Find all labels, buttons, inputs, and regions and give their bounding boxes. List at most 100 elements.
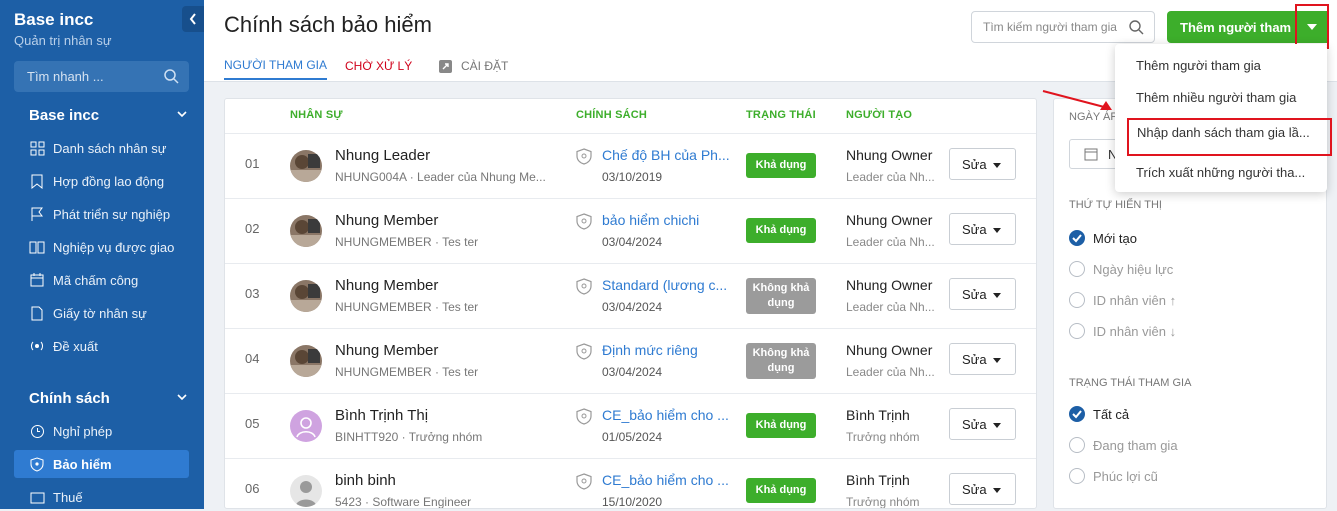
shield-icon (576, 148, 592, 165)
app-title: Base incc (14, 10, 94, 29)
policy-date: 03/04/2024 (602, 300, 663, 314)
edit-button[interactable]: Sửa (949, 148, 1016, 180)
tab-participants[interactable]: NGƯỜI THAM GIA (224, 52, 327, 80)
policy-link[interactable]: CE_bảo hiểm cho ... (602, 472, 729, 488)
page-title: Chính sách bảo hiểm (224, 12, 432, 37)
policy-link[interactable]: Định mức riêng (602, 342, 698, 358)
check-icon (1072, 410, 1082, 419)
collapse-sidebar-button[interactable] (182, 6, 204, 32)
column-header-employee: NHÂN SỰ (290, 109, 343, 121)
sidebar-item-label: Đề xuất (53, 338, 98, 354)
sidebar-section-policy[interactable]: Chính sách (14, 384, 189, 412)
status-radio-active[interactable] (1069, 437, 1085, 453)
creator-role: Leader của Nh... (846, 300, 935, 314)
sidebar-item-tax[interactable]: Thuế (14, 483, 189, 511)
caret-down-icon (993, 358, 1001, 363)
order-option-label: ID nhân viên ↓ (1093, 324, 1177, 339)
caret-down-icon (993, 488, 1001, 493)
edit-button[interactable]: Sửa (949, 278, 1016, 310)
employee-name[interactable]: Nhung Member (335, 277, 438, 294)
sidebar-section-base[interactable]: Base incc (14, 101, 189, 129)
avatar (290, 410, 322, 442)
red-arrow-icon (1042, 90, 1112, 110)
menu-item-add-one[interactable]: Thêm người tham gia (1136, 58, 1261, 73)
sidebar-item-timekeeping[interactable]: Mã chấm công (14, 266, 189, 294)
edit-button-label: Sửa (962, 351, 987, 367)
edit-button-label: Sửa (962, 416, 987, 432)
status-badge: Khả dụng (746, 413, 816, 438)
menu-item-add-many[interactable]: Thêm nhiều người tham gia (1136, 90, 1296, 105)
calendar-icon (1084, 148, 1098, 161)
sidebar-item-label: Giấy tờ nhân sự (53, 305, 147, 321)
broadcast-icon (29, 338, 45, 354)
sidebar-item-label: Thuế (53, 489, 83, 505)
employee-name[interactable]: binh binh (335, 472, 396, 489)
shield-icon (576, 213, 592, 230)
sidebar-search-input[interactable]: Tìm nhanh ... (14, 61, 189, 92)
sidebar-search-placeholder: Tìm nhanh ... (27, 69, 104, 84)
employee-name[interactable]: Nhung Member (335, 342, 438, 359)
employee-name[interactable]: Bình Trịnh Thị (335, 407, 428, 424)
table-row[interactable]: 04 Nhung Member NHUNGMEMBER · Tes ter Định … (225, 328, 1036, 393)
order-radio-newest[interactable] (1069, 230, 1085, 246)
policy-link[interactable]: Standard (lương c... (602, 277, 727, 293)
employee-name[interactable]: Nhung Member (335, 212, 438, 229)
sidebar-item-documents[interactable]: Giấy tờ nhân sự (14, 299, 189, 327)
row-index: 04 (245, 351, 260, 366)
order-radio-id-desc[interactable] (1069, 323, 1085, 339)
avatar (290, 280, 322, 312)
policy-link[interactable]: CE_bảo hiểm cho ... (602, 407, 729, 423)
sidebar-item-label: Bảo hiểm (53, 456, 112, 472)
status-radio-all[interactable] (1069, 406, 1085, 422)
policy-date: 03/04/2024 (602, 235, 663, 249)
edit-button[interactable]: Sửa (949, 408, 1016, 440)
policy-date: 03/04/2024 (602, 365, 663, 379)
edit-button[interactable]: Sửa (949, 213, 1016, 245)
sidebar: Base incc Quản trị nhân sự Tìm nhanh ...… (0, 0, 204, 509)
edit-button-label: Sửa (962, 481, 987, 497)
table-row[interactable]: 03 Nhung Member NHUNGMEMBER · Tes ter Stand… (225, 263, 1036, 328)
sidebar-item-leave[interactable]: Nghỉ phép (14, 417, 189, 445)
sidebar-item-contracts[interactable]: Hợp đồng lao động (14, 167, 189, 195)
table-row[interactable]: 02 Nhung Member NHUNGMEMBER · Tes ter bảo h… (225, 198, 1036, 263)
policy-link[interactable]: Chế độ BH của Ph... (602, 147, 730, 163)
table-row[interactable]: 05 Bình Trịnh Thị BINHTT920 · Trưởng nhóm C… (225, 393, 1036, 458)
creator-name: Bình Trịnh (846, 407, 910, 423)
sidebar-section-label: Chính sách (29, 389, 110, 407)
table-row[interactable]: 01 Nhung Leader NHUNG004A · Leader của Nhu… (225, 133, 1036, 198)
sidebar-item-label: Hợp đồng lao động (53, 173, 165, 189)
edit-button[interactable]: Sửa (949, 473, 1016, 505)
sidebar-item-label: Nghiệp vụ được giao (53, 239, 175, 255)
order-label: THỨ TỰ HIỂN THỊ (1069, 199, 1162, 211)
order-radio-effective-date[interactable] (1069, 261, 1085, 277)
status-filter-label: TRẠNG THÁI THAM GIA (1069, 377, 1192, 389)
sidebar-item-career[interactable]: Phát triển sự nghiệp (14, 200, 189, 228)
creator-name: Nhung Owner (846, 212, 933, 228)
row-index: 03 (245, 286, 260, 301)
policy-link[interactable]: bảo hiểm chichi (602, 212, 699, 228)
document-icon (29, 305, 45, 321)
edit-button[interactable]: Sửa (949, 343, 1016, 375)
sidebar-item-label: Danh sách nhân sự (53, 140, 167, 156)
menu-item-export[interactable]: Trích xuất những người tha... (1136, 165, 1305, 180)
external-link-icon (439, 59, 452, 73)
edit-button-label: Sửa (962, 221, 987, 237)
participant-search-input[interactable]: Tìm kiếm người tham gia (971, 11, 1155, 43)
sidebar-item-insurance[interactable]: Bảo hiểm (14, 450, 189, 478)
order-radio-id-asc[interactable] (1069, 292, 1085, 308)
sidebar-item-tasks[interactable]: Nghiệp vụ được giao (14, 233, 189, 261)
tab-settings[interactable]: CÀI ĐẶT (439, 52, 508, 80)
caret-down-icon (993, 163, 1001, 168)
sidebar-item-employees[interactable]: Danh sách nhân sự (14, 134, 189, 162)
clock-icon (29, 423, 45, 439)
tab-pending[interactable]: CHỜ XỬ LÝ (345, 52, 412, 80)
status-badge: Khả dụng (746, 153, 816, 178)
status-radio-old[interactable] (1069, 468, 1085, 484)
column-header-status: TRẠNG THÁI (746, 109, 816, 121)
table-row[interactable]: 06 binh binh 5423 · Software Engineer CE_bả… (225, 458, 1036, 509)
employee-name[interactable]: Nhung Leader (335, 147, 430, 164)
shield-icon (576, 278, 592, 295)
creator-role: Trưởng nhóm (846, 495, 920, 509)
creator-role: Leader của Nh... (846, 365, 935, 379)
sidebar-item-proposals[interactable]: Đề xuất (14, 332, 189, 360)
